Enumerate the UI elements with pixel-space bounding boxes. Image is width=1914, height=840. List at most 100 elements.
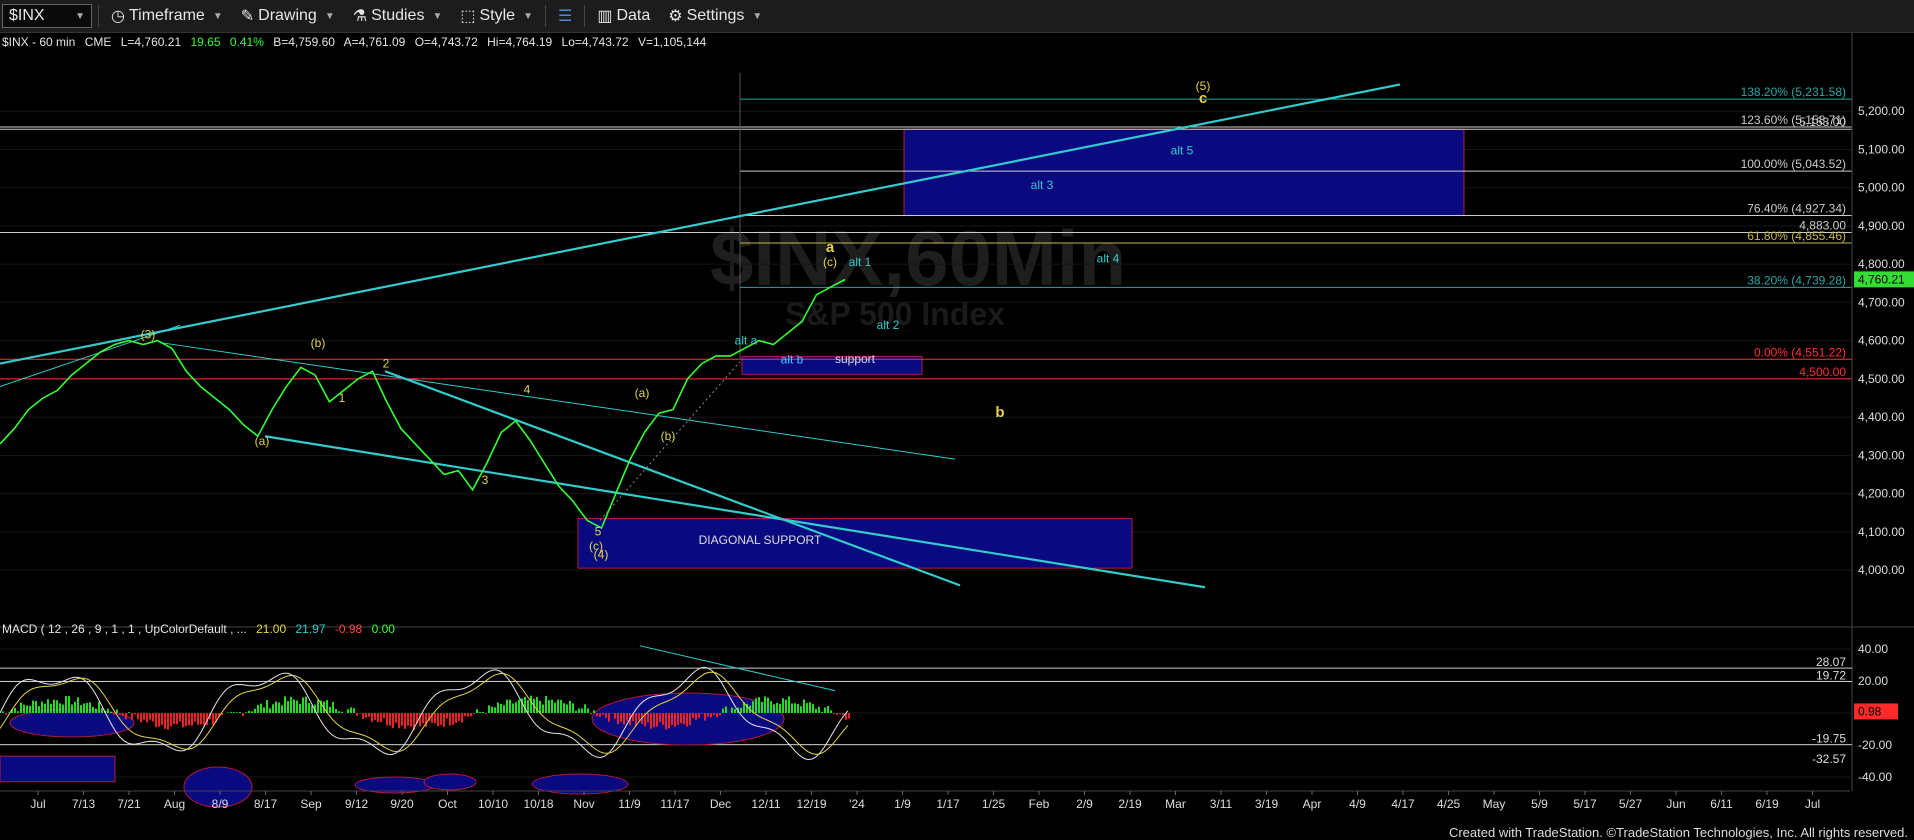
timeframe-button[interactable]: ◷ Timeframe ▼: [105, 4, 229, 28]
studies-label: Studies: [371, 7, 425, 24]
style-label: Style: [479, 7, 516, 24]
time-tick-label: 5/17: [1573, 797, 1597, 811]
chevron-down-icon: ▼: [432, 10, 443, 22]
macd-tick-label: -20.00: [1858, 738, 1892, 752]
price-tick-label: 4,800.00: [1858, 257, 1905, 271]
time-tick-label: 1/17: [936, 797, 960, 811]
fib-level-label: 4,500.00: [1799, 365, 1846, 379]
macd-label: MACD ( 12 , 26 , 9 , 1 , 1 , UpColorDefa…: [2, 622, 247, 636]
flask-icon: ⚗: [352, 8, 368, 25]
time-tick-label: 7/21: [117, 797, 141, 811]
style-button[interactable]: ⬚ Style ▼: [454, 4, 539, 28]
time-tick-label: 11/17: [660, 797, 689, 811]
bar-chart-icon: ▥: [597, 8, 613, 25]
time-tick-label: 11/9: [618, 797, 641, 811]
time-tick-label: Jul: [1805, 797, 1820, 811]
header-high: Hi=4,764.19: [487, 35, 552, 49]
alt-target-box: [903, 128, 1465, 216]
time-tick-label: '24: [849, 797, 865, 811]
symbol-header: $INX - 60 min CME L=4,760.21 19.65 0.41%…: [2, 35, 707, 49]
price-tick-label: 4,000.00: [1858, 563, 1905, 577]
time-tick-label: 12/19: [796, 797, 826, 811]
time-tick-label: Nov: [573, 797, 594, 811]
header-ask: A=4,761.09: [344, 35, 406, 49]
wave-label: alt 1: [849, 255, 872, 269]
wave-label: 2: [383, 356, 390, 370]
time-tick-label: 8/17: [254, 797, 278, 811]
fib-level-label: 0.00% (4,551.22): [1754, 345, 1846, 359]
macd-box: [0, 755, 116, 783]
gear-icon: ⚙: [668, 8, 683, 25]
style-icon: ⬚: [460, 8, 476, 25]
time-tick-label: 7/13: [72, 797, 96, 811]
macd-level-label: 28.07: [1816, 655, 1846, 669]
time-tick-label: 4/25: [1437, 797, 1461, 811]
time-tick-label: Jun: [1666, 797, 1685, 811]
time-tick-label: 4/9: [1349, 797, 1366, 811]
macd-tick-label: -40.00: [1858, 770, 1892, 784]
wave-label: (3): [141, 328, 156, 342]
time-tick-label: 3/19: [1255, 797, 1279, 811]
last-price-label: 4,760.21: [1858, 272, 1905, 286]
watermark-title: $INX,60Min: [710, 214, 1126, 302]
price-tick-label: 5,200.00: [1858, 104, 1905, 118]
macd-value-3: -0.98: [335, 622, 363, 636]
header-pct: 0.41%: [230, 35, 264, 49]
wave-label: a: [826, 239, 835, 256]
time-tick-label: 8/9: [212, 797, 229, 811]
wave-label: alt 5: [1171, 143, 1194, 157]
header-open: O=4,743.72: [415, 35, 478, 49]
wave-label: (4): [594, 548, 609, 562]
diagonal-support-label: DIAGONAL SUPPORT: [699, 533, 822, 547]
macd-level-label: 19.72: [1816, 668, 1846, 682]
price-tick-label: 5,100.00: [1858, 142, 1905, 156]
fib-level-label: 138.20% (5,231.58): [1741, 85, 1846, 99]
price-tick-label: 4,700.00: [1858, 295, 1905, 309]
macd-tick-label: 40.00: [1858, 642, 1888, 656]
price-tick-label: 4,200.00: [1858, 487, 1905, 501]
header-bid: B=4,759.60: [273, 35, 335, 49]
header-volume: V=1,105,144: [638, 35, 707, 49]
settings-label: Settings: [686, 7, 745, 24]
time-tick-label: Mar: [1165, 797, 1186, 811]
chevron-down-icon: ▼: [752, 10, 763, 22]
wave-label: (b): [311, 336, 326, 350]
drawing-label: Drawing: [258, 7, 317, 24]
macd-value-1: 21.00: [256, 622, 286, 636]
time-tick-label: Oct: [438, 797, 457, 811]
macd-value-4: 0.00: [372, 622, 396, 636]
diagonal-support-box: [577, 517, 1133, 569]
time-tick-label: 5/27: [1619, 797, 1643, 811]
toolbar-separator: [584, 5, 586, 27]
time-tick-label: Dec: [710, 797, 731, 811]
symbol-dropdown-icon[interactable]: ▼: [75, 11, 85, 22]
wave-label: (a): [255, 434, 270, 448]
time-tick-label: 12/11: [751, 797, 780, 811]
settings-button[interactable]: ⚙ Settings ▼: [662, 4, 768, 28]
time-tick-label: May: [1483, 797, 1506, 811]
time-tick-label: 6/11: [1710, 797, 1733, 811]
header-change: 19.65: [190, 35, 220, 49]
time-tick-label: 1/25: [982, 797, 1006, 811]
data-button[interactable]: ▥ Data: [591, 4, 656, 28]
symbol-input[interactable]: $INX ▼: [2, 4, 92, 28]
header-low: Lo=4,743.72: [562, 35, 629, 49]
time-tick-label: Apr: [1303, 797, 1322, 811]
drawing-button[interactable]: ✎ Drawing ▼: [235, 4, 341, 28]
chevron-down-icon: ▼: [523, 10, 533, 22]
price-chart[interactable]: $INX - 60 min CME L=4,760.21 19.65 0.41%…: [0, 33, 1914, 840]
studies-button[interactable]: ⚗ Studies ▼: [347, 4, 449, 28]
chart-toolbar: $INX ▼ ◷ Timeframe ▼ ✎ Drawing ▼ ⚗ Studi…: [0, 0, 1914, 33]
wave-label: alt b: [781, 353, 804, 367]
price-tick-label: 4,400.00: [1858, 410, 1905, 424]
wave-label: 3: [482, 473, 489, 487]
price-tick-label: 4,600.00: [1858, 334, 1905, 348]
wave-label: support: [835, 352, 876, 366]
data-label: Data: [616, 7, 651, 24]
pencil-icon: ✎: [240, 8, 255, 25]
time-tick-label: 2/19: [1118, 797, 1142, 811]
layout-button[interactable]: ☰: [552, 4, 578, 28]
macd-tick-label: 20.00: [1858, 674, 1888, 688]
price-tick-label: 4,900.00: [1858, 219, 1905, 233]
time-tick-label: Aug: [164, 797, 185, 811]
